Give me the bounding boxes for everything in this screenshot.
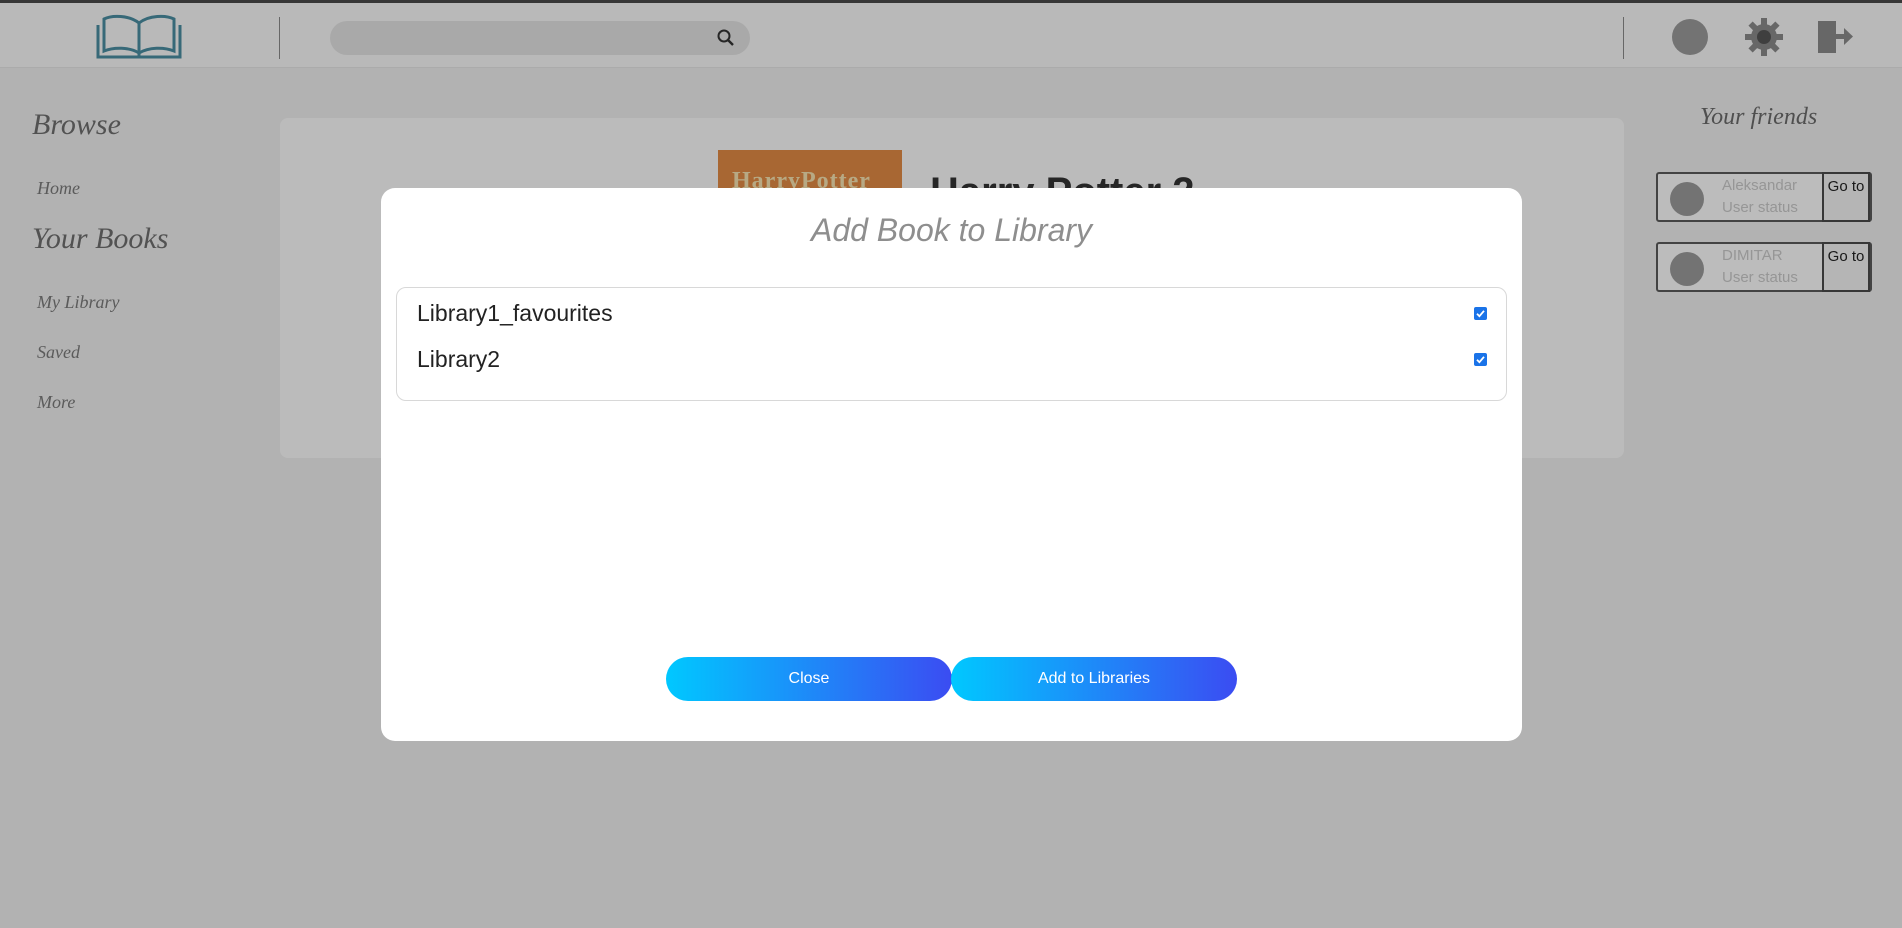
- library-row[interactable]: Library1_favourites: [417, 300, 1487, 330]
- library-list: Library1_favourites Library2: [396, 287, 1507, 401]
- add-to-libraries-button[interactable]: Add to Libraries: [951, 657, 1237, 701]
- close-button[interactable]: Close: [666, 657, 952, 701]
- library-checkbox[interactable]: [1474, 307, 1487, 320]
- library-name: Library1_favourites: [417, 300, 613, 326]
- library-checkbox[interactable]: [1474, 353, 1487, 366]
- checkmark-icon: [1476, 356, 1485, 364]
- library-name: Library2: [417, 346, 501, 372]
- checkmark-icon: [1476, 310, 1485, 318]
- modal-title: Add Book to Library: [810, 212, 1093, 248]
- add-to-library-modal: Add Book to Library Library1_favourites …: [381, 188, 1522, 741]
- library-row[interactable]: Library2: [417, 346, 1487, 376]
